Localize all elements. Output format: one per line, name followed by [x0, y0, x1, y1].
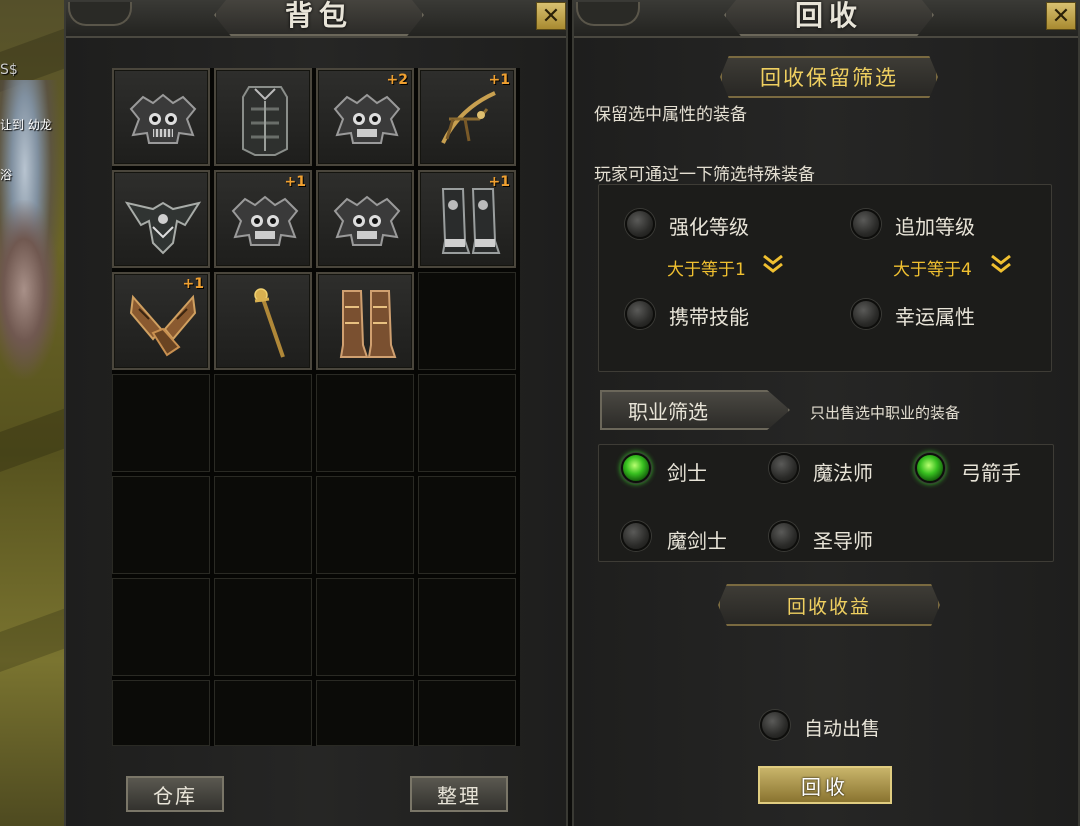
- golden-staff-icon: [254, 288, 285, 358]
- inventory-slot[interactable]: [112, 374, 210, 472]
- job-saint-label: 圣导师: [813, 529, 873, 553]
- inventory-slot[interactable]: [214, 476, 312, 574]
- character-sprite: [0, 200, 60, 380]
- inventory-slot[interactable]: [316, 170, 414, 268]
- inventory-slot[interactable]: +1: [418, 170, 516, 268]
- bag-title-bar: 背包 ✕: [66, 0, 566, 38]
- steel-boots-icon: [441, 188, 501, 254]
- skull-armor-icon: [333, 195, 401, 246]
- item-level-badge: +1: [182, 276, 204, 292]
- enhance-level-radio[interactable]: [625, 209, 655, 239]
- inventory-slot[interactable]: [418, 680, 516, 746]
- carry-skill-label: 携带技能: [669, 305, 749, 329]
- job-mage-radio[interactable]: [769, 453, 799, 483]
- inventory-slot[interactable]: [418, 476, 516, 574]
- inventory-slot[interactable]: [316, 578, 414, 676]
- scene-text: S$: [0, 62, 18, 78]
- recycle-title-plate: 回收: [724, 0, 934, 36]
- corner-ornament: [576, 2, 640, 26]
- inventory-slot[interactable]: [316, 272, 414, 370]
- auto-sell-radio[interactable]: [760, 710, 790, 740]
- skull-armor-icon: [129, 93, 197, 144]
- golden-bow-icon: [441, 91, 496, 144]
- enhance-level-label: 强化等级: [669, 215, 749, 239]
- extra-level-value[interactable]: 大于等于4: [893, 255, 972, 280]
- job-magic-swordsman-radio[interactable]: [621, 521, 651, 551]
- skull-armor-icon: [231, 195, 299, 246]
- bronze-boots-icon: [339, 290, 397, 358]
- inventory-slot[interactable]: [316, 476, 414, 574]
- attribute-filter-box: 强化等级 追加等级 大于等于1 大于等于4 携带技能 幸运属性: [598, 184, 1052, 372]
- extra-level-radio[interactable]: [851, 209, 881, 239]
- recycle-title: 回收: [794, 0, 863, 32]
- inventory-slot[interactable]: [112, 170, 210, 268]
- sort-button[interactable]: 整理: [410, 776, 508, 812]
- luck-attribute-label: 幸运属性: [895, 305, 975, 329]
- inventory-slot[interactable]: [214, 578, 312, 676]
- inventory-slot[interactable]: [214, 680, 312, 746]
- scene-text: 浴: [0, 168, 13, 182]
- scene-text: 让到 幼龙: [0, 118, 52, 132]
- item-level-badge: +1: [284, 174, 306, 190]
- enhance-level-value[interactable]: 大于等于1: [667, 255, 746, 280]
- inventory-slot[interactable]: [418, 578, 516, 676]
- inventory-slot[interactable]: [316, 680, 414, 746]
- inventory-slot[interactable]: +2: [316, 68, 414, 166]
- corner-ornament: [68, 2, 132, 26]
- extra-level-label: 追加等级: [895, 215, 975, 239]
- scene-shadow: [0, 607, 66, 673]
- luck-attribute-radio[interactable]: [851, 299, 881, 329]
- job-saint-radio[interactable]: [769, 521, 799, 551]
- inventory-slot[interactable]: [418, 272, 516, 370]
- recycle-panel: 回收 ✕ 回收保留筛选 保留选中属性的装备 玩家可通过一下筛选特殊装备 强化等级…: [572, 0, 1080, 826]
- inventory-slot[interactable]: +1: [418, 68, 516, 166]
- keep-filter-description: 保留选中属性的装备: [594, 105, 747, 125]
- bag-close-button[interactable]: ✕: [536, 2, 566, 30]
- dark-chestplate-icon: [242, 86, 288, 156]
- inventory-slot[interactable]: [112, 476, 210, 574]
- job-archer-radio[interactable]: [915, 453, 945, 483]
- job-mage-label: 魔法师: [813, 461, 873, 485]
- inventory-slot[interactable]: +1: [214, 170, 312, 268]
- skull-armor-icon: [333, 93, 401, 144]
- job-archer-label: 弓箭手: [961, 461, 1021, 485]
- bag-panel: 背包 ✕ +2 +1 +1 +1 +1 仓库 整理: [64, 0, 568, 826]
- keep-filter-header: 回收保留筛选: [720, 56, 938, 98]
- recycle-income-header: 回收收益: [718, 584, 940, 626]
- item-level-badge: +1: [488, 174, 510, 190]
- chevron-down-icon[interactable]: [989, 251, 1013, 275]
- warehouse-button[interactable]: 仓库: [126, 776, 224, 812]
- item-level-badge: +2: [386, 72, 408, 88]
- inventory-slot[interactable]: [418, 374, 516, 472]
- recycle-close-button[interactable]: ✕: [1046, 2, 1076, 30]
- winged-armor-icon: [124, 201, 202, 255]
- inventory-slot[interactable]: [112, 68, 210, 166]
- chevron-down-icon[interactable]: [761, 251, 785, 275]
- tab-job-filter[interactable]: 职业筛选: [600, 390, 790, 430]
- recycle-button[interactable]: 回收: [758, 766, 892, 804]
- item-level-badge: +1: [488, 72, 510, 88]
- job-magic-swordsman-label: 魔剑士: [667, 529, 727, 553]
- inventory-slot[interactable]: [112, 578, 210, 676]
- carry-skill-radio[interactable]: [625, 299, 655, 329]
- auto-sell-label: 自动出售: [804, 718, 881, 740]
- inventory-grid: +2 +1 +1 +1 +1: [112, 68, 520, 746]
- inventory-slot[interactable]: [316, 374, 414, 472]
- inventory-slot[interactable]: +1: [112, 272, 210, 370]
- job-filter-box: 剑士 魔法师 弓箭手 魔剑士 圣导师: [598, 444, 1054, 562]
- bag-title-plate: 背包: [214, 0, 424, 36]
- inventory-slot[interactable]: [214, 374, 312, 472]
- recycle-title-bar: 回收 ✕: [574, 0, 1078, 38]
- inventory-slot[interactable]: [112, 680, 210, 746]
- inventory-slot[interactable]: [214, 68, 312, 166]
- special-filter-description: 玩家可通过一下筛选特殊装备: [594, 165, 815, 185]
- job-swordsman-radio[interactable]: [621, 453, 651, 483]
- job-swordsman-label: 剑士: [667, 461, 707, 485]
- inventory-slot[interactable]: [214, 272, 312, 370]
- leather-gloves-icon: [129, 294, 197, 357]
- game-scene-background: S$ 让到 幼龙 浴: [0, 0, 66, 826]
- job-filter-description: 只出售选中职业的装备: [810, 404, 961, 422]
- scene-shadow: [0, 407, 66, 473]
- bag-title: 背包: [284, 0, 353, 32]
